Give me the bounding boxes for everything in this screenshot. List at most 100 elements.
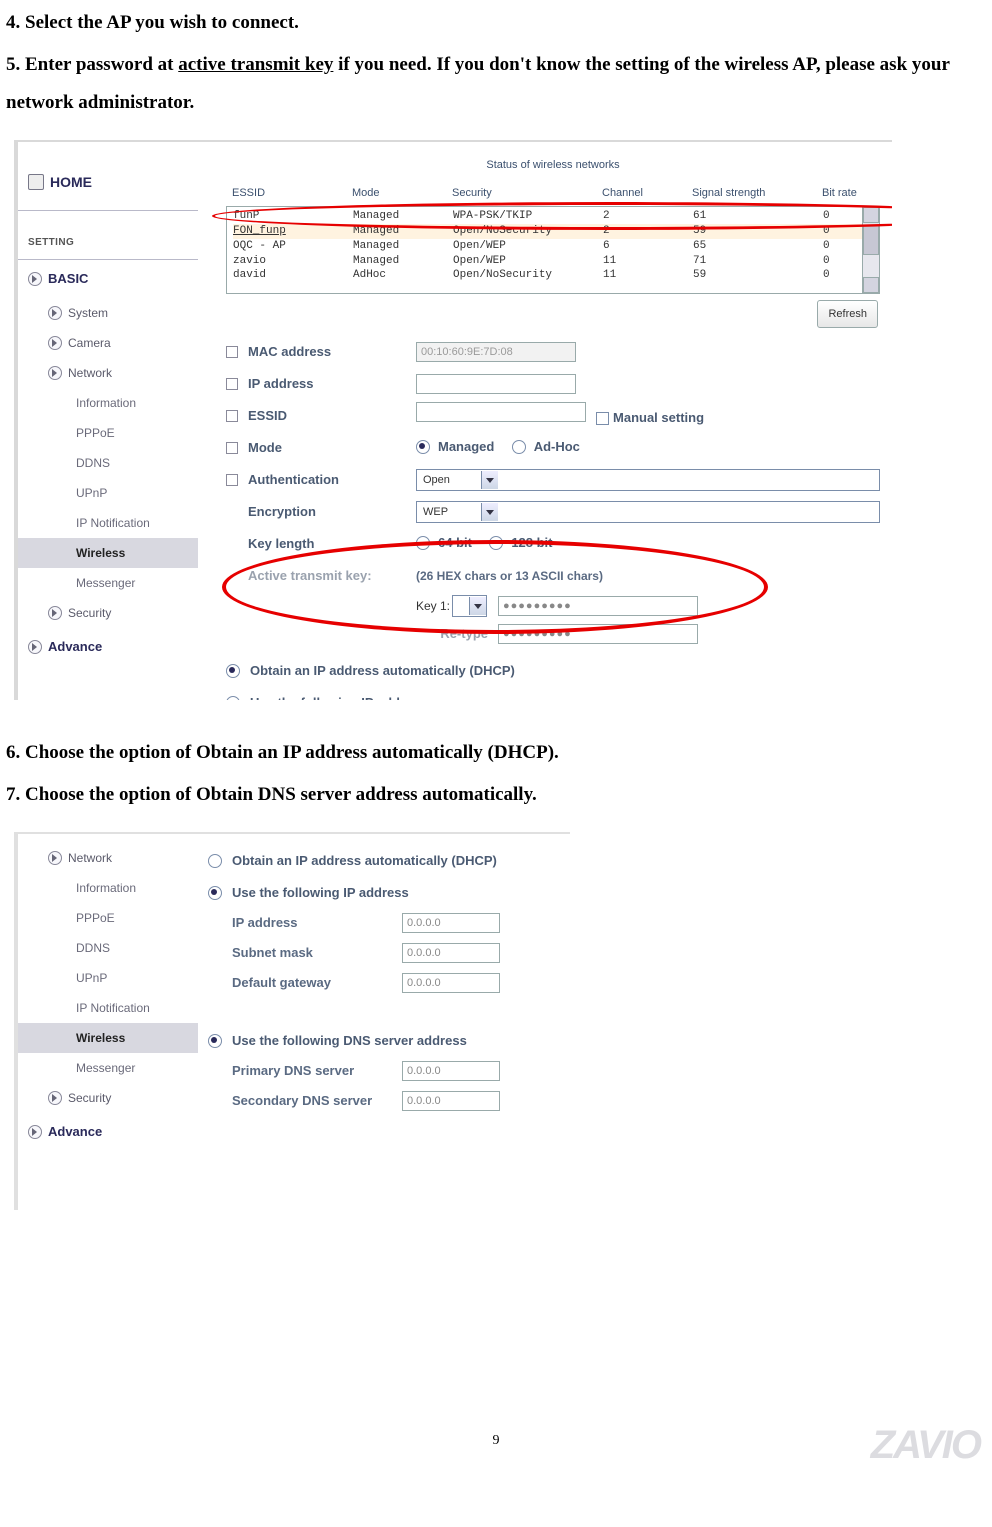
nav-security-label: Security xyxy=(68,601,111,625)
nav-ipnotification[interactable]: IP Notification xyxy=(18,508,198,538)
network-row[interactable]: zavioManagedOpen/WEP11710 xyxy=(233,254,873,269)
scroll-thumb[interactable] xyxy=(863,225,879,255)
sdns-label: Secondary DNS server xyxy=(232,1088,402,1114)
chevron-right-icon xyxy=(48,606,62,620)
nav-ddns[interactable]: DDNS xyxy=(18,448,198,478)
nav-information[interactable]: Information xyxy=(18,873,198,903)
dns-static-label: Use the following DNS server address xyxy=(232,1028,467,1054)
nav-camera[interactable]: Camera xyxy=(18,328,198,358)
mac-label: MAC address xyxy=(248,339,416,365)
figure-2: Network Information PPPoE DDNS UPnP IP N… xyxy=(14,832,570,1210)
ip-input[interactable] xyxy=(416,374,576,394)
nav-messenger[interactable]: Messenger xyxy=(18,568,198,598)
left-nav: Network Information PPPoE DDNS UPnP IP N… xyxy=(18,834,198,1210)
chevron-down-icon xyxy=(469,597,486,615)
nav-pppoe[interactable]: PPPoE xyxy=(18,903,198,933)
key1-select[interactable] xyxy=(452,595,487,617)
nav-system-label: System xyxy=(68,301,108,325)
instruction-step4: 4. Select the AP you wish to connect. xyxy=(6,4,980,42)
chevron-right-icon xyxy=(28,640,42,654)
nav-ddns[interactable]: DDNS xyxy=(18,933,198,963)
key1-input[interactable]: ●●●●●●●●● xyxy=(498,596,698,616)
atk-label: Active transmit key: xyxy=(248,563,416,589)
square-icon xyxy=(226,474,238,486)
mode-managed-label: Managed xyxy=(438,434,494,460)
nav-information[interactable]: Information xyxy=(18,388,198,418)
chevron-right-icon xyxy=(48,851,62,865)
enc-select[interactable]: WEP xyxy=(416,501,880,523)
manual-setting-checkbox[interactable] xyxy=(596,412,609,425)
nav-basic[interactable]: BASIC xyxy=(18,260,198,298)
nav-network[interactable]: Network xyxy=(18,358,198,388)
auth-label: Authentication xyxy=(248,467,416,493)
nav-system[interactable]: System xyxy=(18,298,198,328)
subnet-input[interactable]: 0.0.0.0 xyxy=(402,943,500,963)
dns-static-radio[interactable] xyxy=(208,1034,222,1048)
nav-security[interactable]: Security xyxy=(18,1083,198,1113)
retype-label: Re-type xyxy=(440,621,498,647)
figure-1: HOME SETTING BASIC System Camera Network… xyxy=(14,140,892,700)
ip-label: IP address xyxy=(232,910,402,936)
network-row[interactable]: OQC - APManagedOpen/WEP6650 xyxy=(233,239,873,254)
nav-network-label: Network xyxy=(68,846,112,870)
static-ip-radio[interactable] xyxy=(208,886,222,900)
network-row[interactable]: funPManagedWPA-PSK/TKIP2610 xyxy=(233,209,873,224)
static-ip-radio[interactable] xyxy=(226,696,240,700)
nav-upnp[interactable]: UPnP xyxy=(18,478,198,508)
dhcp-radio[interactable] xyxy=(226,664,240,678)
keylen-128-radio[interactable] xyxy=(489,536,503,550)
keylen-128-label: 128 bit xyxy=(511,530,552,556)
chevron-right-icon xyxy=(48,306,62,320)
nav-pppoe[interactable]: PPPoE xyxy=(18,418,198,448)
mode-managed-radio[interactable] xyxy=(416,440,430,454)
sdns-input[interactable]: 0.0.0.0 xyxy=(402,1091,500,1111)
chevron-down-icon xyxy=(481,471,498,489)
nav-wireless[interactable]: Wireless xyxy=(18,538,198,568)
nav-advance[interactable]: Advance xyxy=(18,628,198,666)
enc-label: Encryption xyxy=(248,499,416,525)
mode-adhoc-label: Ad-Hoc xyxy=(534,434,580,460)
networks-title: Status of wireless networks xyxy=(226,148,880,180)
networks-listbox[interactable]: funPManagedWPA-PSK/TKIP2610 FON_funpMana… xyxy=(226,206,880,294)
instruction-step5: 5. Enter password at active transmit key… xyxy=(6,46,980,122)
nav-messenger[interactable]: Messenger xyxy=(18,1053,198,1083)
retype-input[interactable]: ●●●●●●●●● xyxy=(498,624,698,644)
nav-wireless[interactable]: Wireless xyxy=(18,1023,198,1053)
chevron-right-icon xyxy=(48,336,62,350)
nav-ipnotification[interactable]: IP Notification xyxy=(18,993,198,1023)
col-essid: ESSID xyxy=(232,182,352,204)
nav-home[interactable]: HOME xyxy=(18,142,198,211)
scroll-down-button[interactable] xyxy=(863,277,879,293)
dhcp-radio[interactable] xyxy=(208,854,222,868)
nav-network-label: Network xyxy=(68,361,112,385)
nav-upnp[interactable]: UPnP xyxy=(18,963,198,993)
auth-select[interactable]: Open xyxy=(416,469,880,491)
essid-input[interactable] xyxy=(416,402,586,422)
nav-network[interactable]: Network xyxy=(18,834,198,873)
nav-advance-label: Advance xyxy=(48,1119,102,1145)
refresh-button[interactable]: Refresh xyxy=(817,300,878,328)
col-channel: Channel xyxy=(602,182,692,204)
page-number: 9 xyxy=(0,1427,992,1455)
pdns-input[interactable]: 0.0.0.0 xyxy=(402,1061,500,1081)
network-row[interactable]: davidAdHocOpen/NoSecurity11590 xyxy=(233,268,873,283)
chevron-down-icon xyxy=(481,503,498,521)
col-signal: Signal strength xyxy=(692,182,822,204)
gateway-input[interactable]: 0.0.0.0 xyxy=(402,973,500,993)
instruction-step6: 6. Choose the option of Obtain an IP add… xyxy=(6,734,980,772)
scroll-up-button[interactable] xyxy=(863,207,879,223)
mode-adhoc-radio[interactable] xyxy=(512,440,526,454)
chevron-right-icon xyxy=(48,1091,62,1105)
networks-header: ESSID Mode Security Channel Signal stren… xyxy=(226,180,880,206)
step5-pre: 5. Enter password at xyxy=(6,54,178,75)
atk-note: (26 HEX chars or 13 ASCII chars) xyxy=(416,564,880,588)
nav-advance[interactable]: Advance xyxy=(18,1113,198,1151)
nav-security[interactable]: Security xyxy=(18,598,198,628)
keylen-64-radio[interactable] xyxy=(416,536,430,550)
manual-setting-label: Manual setting xyxy=(613,405,704,431)
right-pane: Status of wireless networks ESSID Mode S… xyxy=(206,142,892,700)
scrollbar[interactable] xyxy=(862,207,879,293)
nav-home-label: HOME xyxy=(50,168,92,196)
network-row[interactable]: FON_funpManagedOpen/NoSecurity2590 xyxy=(233,224,873,239)
ip-input[interactable]: 0.0.0.0 xyxy=(402,913,500,933)
